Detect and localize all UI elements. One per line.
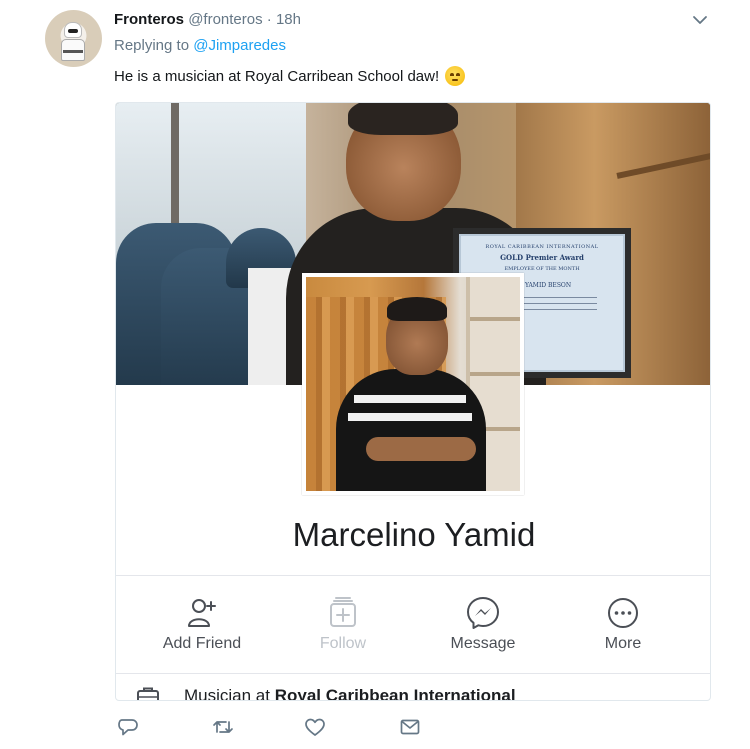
header-separator: · [266, 11, 272, 28]
follow-button[interactable]: Follow [288, 595, 398, 653]
author-handle[interactable]: @fronteros [188, 11, 262, 28]
messenger-icon [467, 597, 499, 629]
follow-icon [330, 597, 356, 627]
certificate-title: GOLD Premier Award [500, 253, 584, 262]
follow-label: Follow [319, 635, 367, 652]
more-button[interactable]: More [568, 595, 678, 653]
add-friend-button[interactable]: Add Friend [147, 595, 257, 653]
tweet-timestamp[interactable]: 18h [276, 11, 301, 28]
direct-message-icon[interactable] [399, 716, 421, 738]
message-label: Message [450, 635, 516, 652]
reply-mention-link[interactable]: @Jimparedes [193, 37, 286, 54]
briefcase-icon [137, 687, 159, 700]
retweet-icon[interactable] [212, 716, 234, 738]
tweet-body: He is a musician at Royal Carribean Scho… [114, 67, 440, 85]
replying-prefix: Replying to [114, 37, 190, 54]
work-prefix: Musician at [184, 686, 270, 701]
author-name[interactable]: Fronteros [114, 11, 184, 28]
certificate-subtitle: EMPLOYEE OF THE MONTH [504, 266, 580, 272]
add-friend-icon [188, 599, 216, 627]
tweet-action-bar [114, 716, 434, 740]
rolling-eyes-emoji-icon [445, 66, 466, 86]
work-info: Musician at Royal Caribbean Internationa… [116, 680, 710, 701]
certificate-org: ROYAL CARIBBEAN INTERNATIONAL [485, 244, 599, 250]
attached-image-card[interactable]: ROYAL CARIBBEAN INTERNATIONAL GOLD Premi… [115, 102, 711, 701]
profile-picture[interactable] [302, 273, 524, 495]
tweet-text: He is a musician at Royal Carribean Scho… [114, 66, 466, 86]
divider [116, 673, 710, 674]
more-label: More [604, 635, 642, 652]
chevron-down-icon[interactable] [690, 12, 710, 28]
replying-to: Replying to @Jimparedes [114, 37, 286, 54]
tweet-header: Fronteros @fronteros · 18h [114, 10, 301, 30]
work-employer-link[interactable]: Royal Caribbean International [275, 686, 516, 700]
profile-actions: Add Friend Follow Message More [116, 577, 710, 673]
add-friend-label: Add Friend [162, 635, 242, 652]
message-button[interactable]: Message [428, 595, 538, 653]
author-avatar[interactable] [45, 10, 102, 67]
like-icon[interactable] [304, 716, 326, 738]
reply-icon[interactable] [117, 716, 139, 738]
more-icon [608, 598, 638, 628]
profile-name: Marcelino Yamid [292, 516, 536, 553]
divider [116, 575, 710, 576]
